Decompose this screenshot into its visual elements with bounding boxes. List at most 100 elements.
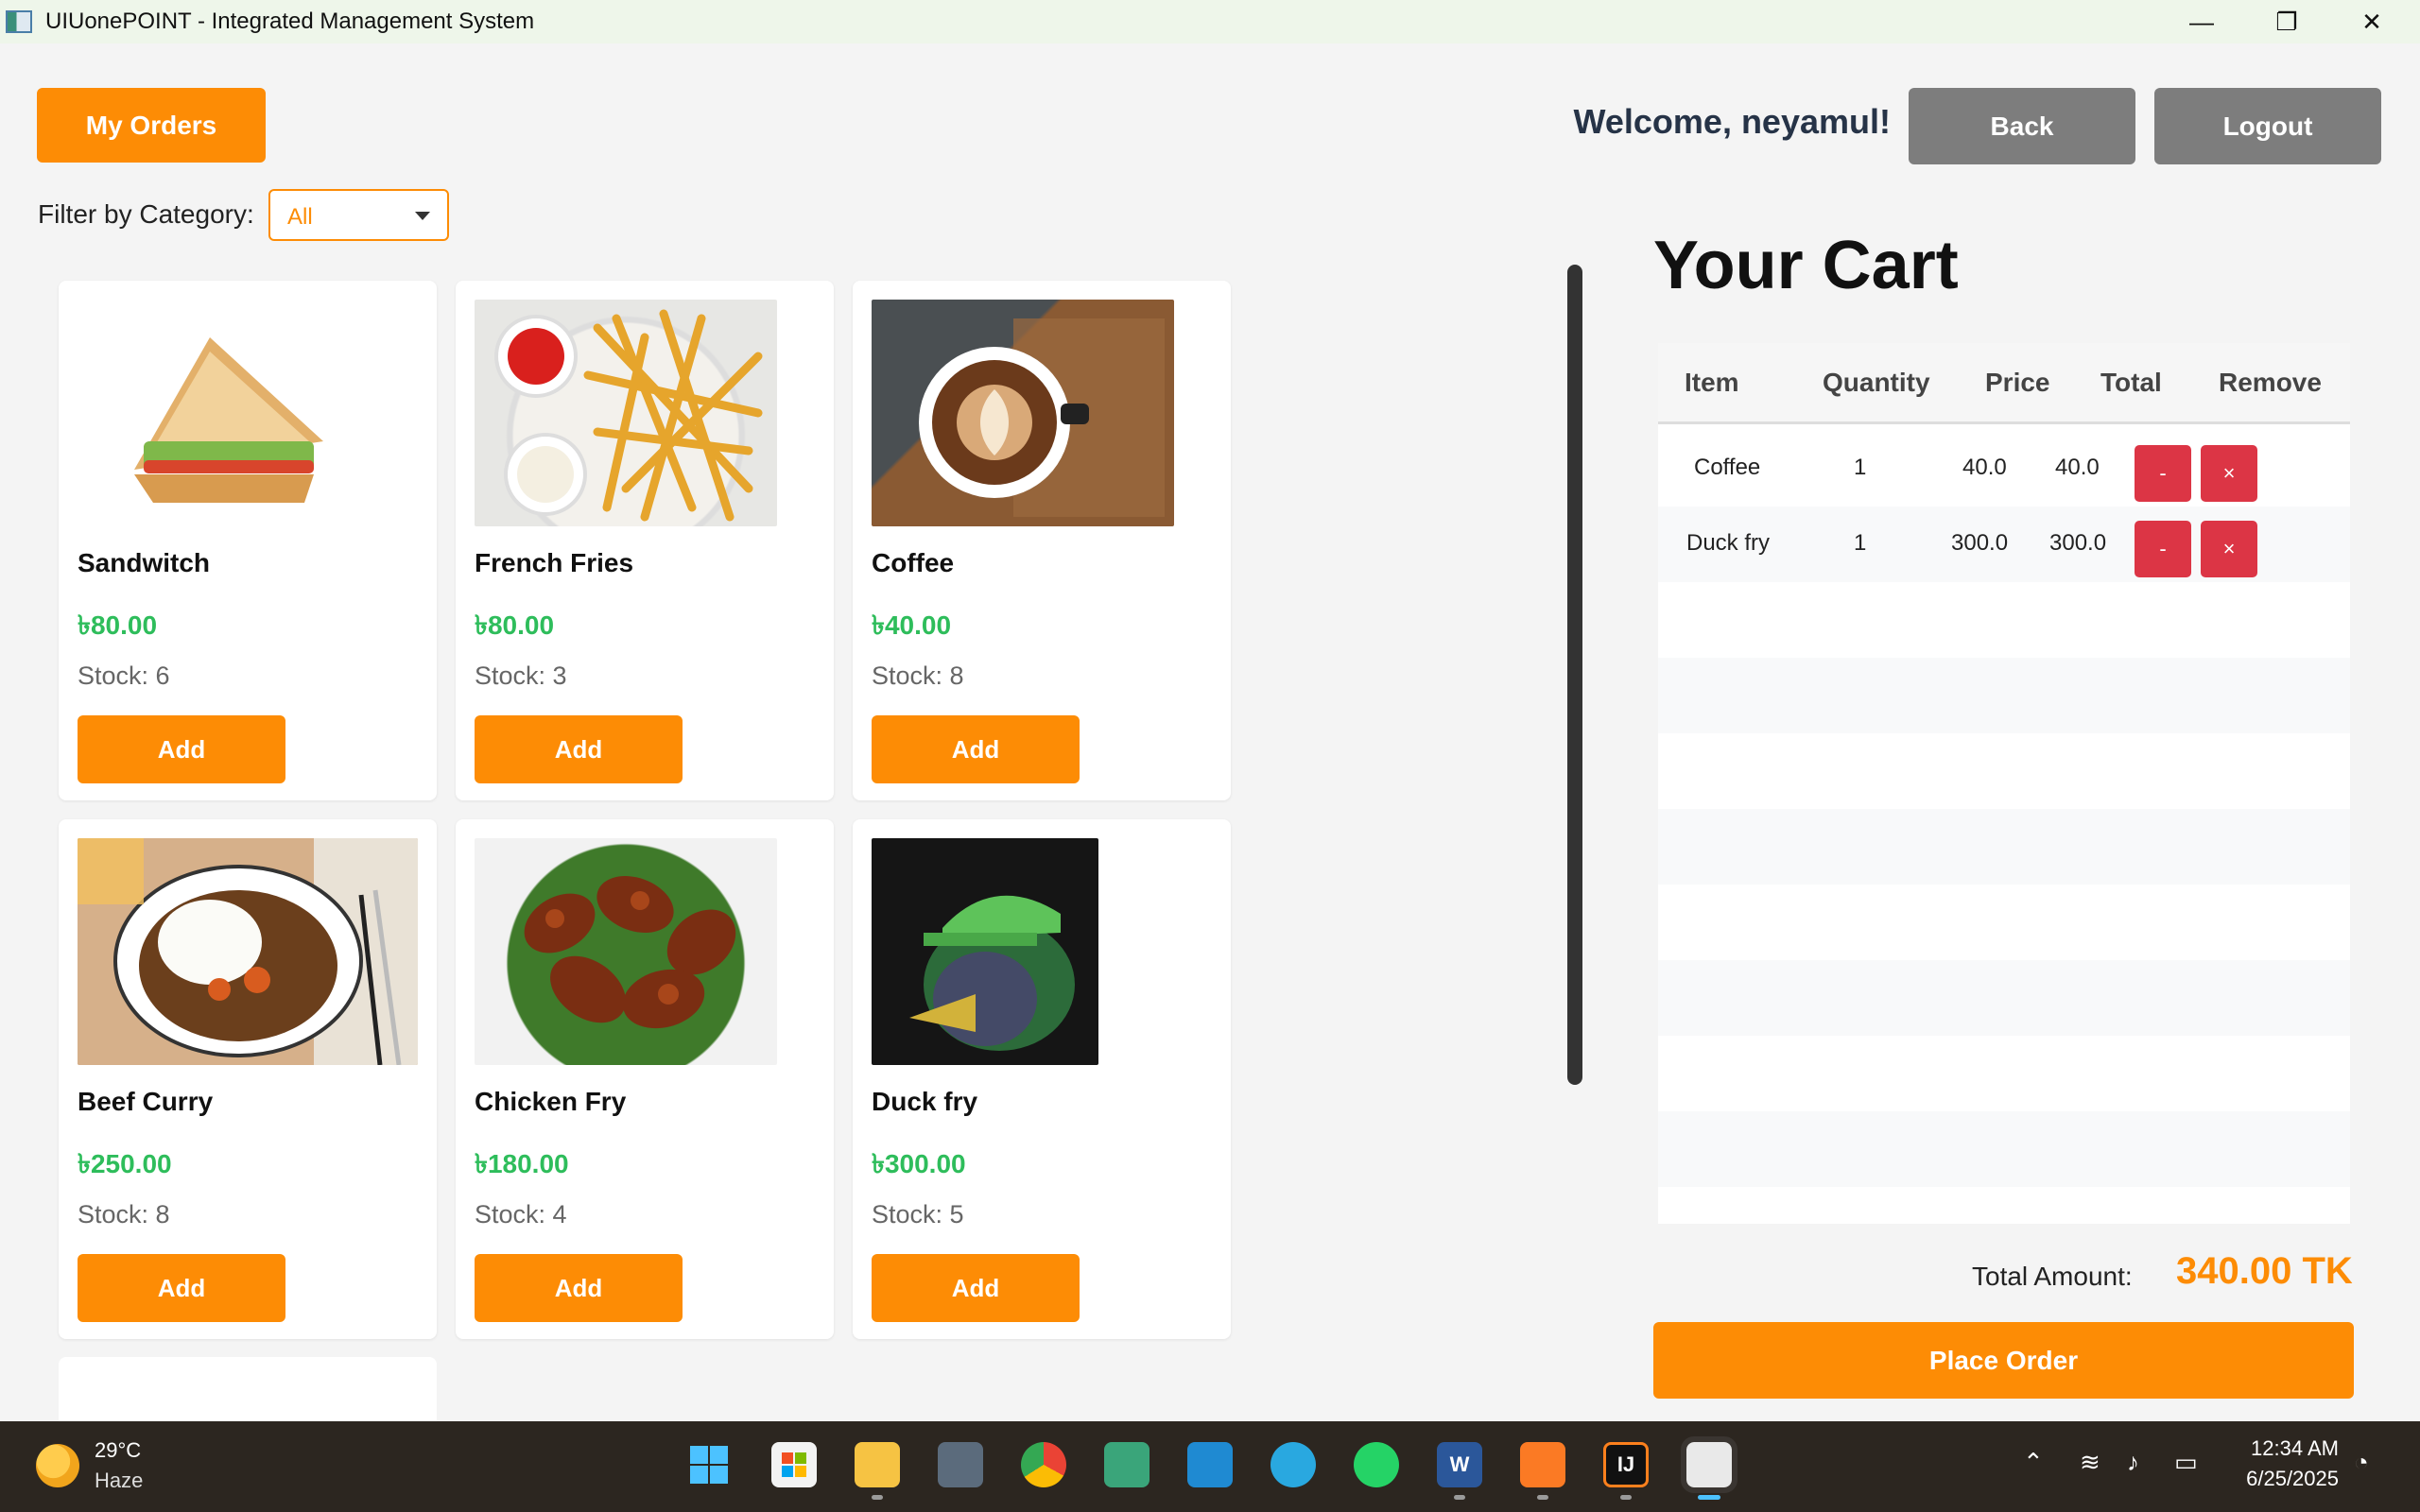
empty-cart-row — [1658, 960, 2350, 1036]
category-select-value: All — [287, 204, 313, 230]
clock-time[interactable]: 12:34 AM — [2233, 1436, 2339, 1461]
product-price: ৳80.00 — [475, 610, 555, 640]
running-indicator — [872, 1495, 883, 1500]
beef-curry-image — [78, 838, 418, 1065]
chrome-icon[interactable] — [1021, 1442, 1066, 1487]
java-icon[interactable] — [1681, 1436, 1737, 1493]
window-titlebar: UIUonePOINT - Integrated Management Syst… — [0, 0, 2420, 43]
notification-icon[interactable]: ◔ — [2354, 1448, 2369, 1477]
cart-item-price: 300.0 — [1951, 530, 2009, 556]
cart-row: Duck fry 1 300.0 300.0 - × — [1658, 507, 2350, 582]
empty-cart-row — [1658, 1111, 2350, 1187]
windows-start-icon[interactable] — [686, 1442, 732, 1487]
product-card-coffee: Coffee ৳40.00 Stock: 8 Add — [853, 281, 1231, 800]
product-stock: Stock: 8 — [78, 1200, 170, 1228]
add-to-cart-button[interactable]: Add — [78, 715, 285, 783]
wifi-icon[interactable]: ≋ — [2080, 1448, 2100, 1477]
keyboard-app-icon[interactable] — [938, 1442, 983, 1487]
decrease-quantity-button[interactable]: - — [2135, 445, 2191, 502]
empty-cart-row — [1658, 1036, 2350, 1111]
cart-row: Coffee 1 40.0 40.0 - × — [1658, 431, 2350, 507]
add-to-cart-button[interactable]: Add — [872, 1254, 1080, 1322]
minimize-icon[interactable]: — — [2159, 0, 2244, 43]
column-header-quantity: Quantity — [1823, 368, 1930, 397]
empty-cart-row — [1658, 809, 2350, 885]
logout-button[interactable]: Logout — [2154, 88, 2381, 164]
chicken-fry-image — [475, 838, 777, 1065]
remove-item-button[interactable]: × — [2201, 445, 2257, 502]
vscode-icon[interactable] — [1187, 1442, 1233, 1487]
cart-item-total: 40.0 — [2055, 455, 2100, 480]
intellij-icon[interactable]: IJ — [1603, 1442, 1649, 1487]
cart-table: Item Quantity Price Total Remove Coffee … — [1658, 343, 2350, 1224]
app-icon — [6, 10, 32, 33]
product-stock: Stock: 8 — [872, 662, 964, 690]
product-name: French Fries — [475, 548, 634, 577]
column-header-item: Item — [1685, 368, 1739, 397]
filter-label: Filter by Category: — [38, 199, 254, 229]
french-fries-image — [475, 300, 777, 526]
xampp-icon[interactable] — [1520, 1442, 1565, 1487]
product-list-scrollbar[interactable] — [1567, 265, 1582, 1085]
column-header-remove: Remove — [2219, 368, 2322, 397]
restore-icon[interactable]: ❐ — [2244, 0, 2329, 43]
total-amount-value: 340.00 TK — [2176, 1250, 2353, 1292]
product-card-beef-curry: Beef Curry ৳250.00 Stock: 8 Add — [59, 819, 437, 1339]
battery-icon[interactable]: ▭ — [2174, 1448, 2198, 1477]
cart-item-name: Duck fry — [1686, 530, 1771, 556]
add-to-cart-button[interactable]: Add — [475, 715, 683, 783]
add-to-cart-button[interactable]: Add — [78, 1254, 285, 1322]
empty-cart-row — [1658, 658, 2350, 733]
widgets-app-icon[interactable] — [1104, 1442, 1150, 1487]
empty-cart-row — [1658, 885, 2350, 960]
product-stock: Stock: 6 — [78, 662, 170, 690]
word-icon[interactable]: W — [1437, 1442, 1482, 1487]
clock-date[interactable]: 6/25/2025 — [2221, 1467, 2339, 1491]
product-card-french-fries: French Fries ৳80.00 Stock: 3 Add — [456, 281, 834, 800]
cart-item-name: Coffee — [1694, 455, 1761, 480]
running-indicator — [1454, 1495, 1465, 1500]
chevron-down-icon — [415, 212, 430, 220]
product-price: ৳300.00 — [872, 1149, 966, 1178]
cart-item-total: 300.0 — [2049, 530, 2107, 556]
product-price: ৳80.00 — [78, 610, 158, 640]
product-price: ৳180.00 — [475, 1149, 569, 1178]
weather-haze-icon[interactable] — [36, 1444, 79, 1487]
add-to-cart-button[interactable]: Add — [872, 715, 1080, 783]
cart-table-header: Item Quantity Price Total Remove — [1658, 343, 2350, 424]
product-stock: Stock: 3 — [475, 662, 567, 690]
product-card-chicken-fry: Chicken Fry ৳180.00 Stock: 4 Add — [456, 819, 834, 1339]
cart-item-quantity: 1 — [1854, 455, 1867, 480]
back-button[interactable]: Back — [1909, 88, 2135, 164]
decrease-quantity-button[interactable]: - — [2135, 521, 2191, 577]
running-indicator — [1537, 1495, 1548, 1500]
telegram-icon[interactable] — [1270, 1442, 1316, 1487]
welcome-text: Welcome, neyamul! — [1573, 102, 1891, 141]
product-name: Sandwitch — [78, 548, 211, 577]
weather-description[interactable]: Haze — [95, 1469, 143, 1493]
file-explorer-icon[interactable] — [855, 1442, 900, 1487]
sandwich-image — [78, 300, 380, 526]
product-name: Coffee — [872, 548, 955, 577]
place-order-button[interactable]: Place Order — [1653, 1322, 2354, 1399]
microsoft-store-icon[interactable] — [771, 1442, 817, 1487]
volume-icon[interactable]: ♪ — [2127, 1448, 2139, 1477]
my-orders-button[interactable]: My Orders — [37, 88, 266, 163]
cart-title: Your Cart — [1653, 228, 1959, 303]
category-select[interactable]: All — [268, 189, 449, 241]
product-name: Duck fry — [872, 1087, 978, 1116]
product-name: Chicken Fry — [475, 1087, 627, 1116]
empty-cart-row — [1658, 582, 2350, 658]
product-stock: Stock: 4 — [475, 1200, 567, 1228]
product-price: ৳40.00 — [872, 610, 952, 640]
chevron-up-icon[interactable]: ⌃ — [2023, 1448, 2044, 1477]
whatsapp-icon[interactable] — [1354, 1442, 1399, 1487]
add-to-cart-button[interactable]: Add — [475, 1254, 683, 1322]
remove-item-button[interactable]: × — [2201, 521, 2257, 577]
close-icon[interactable]: ✕ — [2329, 0, 2414, 43]
cart-item-quantity: 1 — [1854, 530, 1867, 556]
weather-temperature[interactable]: 29°C — [95, 1438, 141, 1463]
column-header-total: Total — [2100, 368, 2162, 397]
duck-fry-image — [872, 838, 1098, 1065]
product-name: Beef Curry — [78, 1087, 214, 1116]
